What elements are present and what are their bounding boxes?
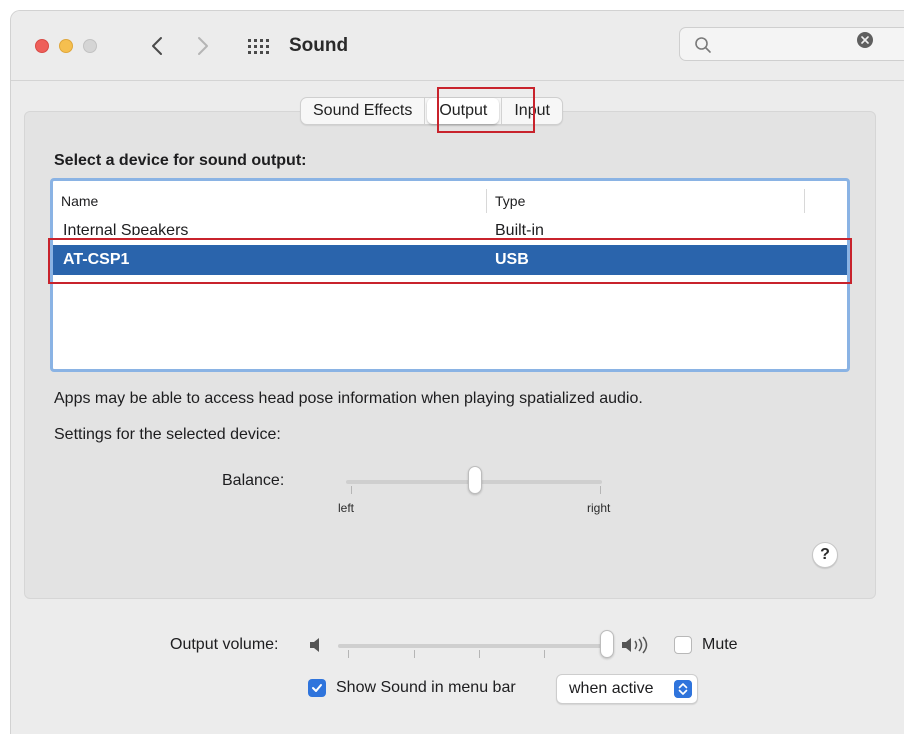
device-name: Internal Speakers (63, 222, 189, 235)
balance-slider-thumb[interactable] (468, 466, 482, 494)
volume-tick (414, 650, 415, 658)
volume-tick (544, 650, 545, 658)
output-volume-label: Output volume: (170, 636, 279, 653)
window-title: Sound (289, 35, 349, 56)
table-header: Name Type (53, 189, 847, 213)
title-bar: Sound (11, 11, 904, 81)
balance-right-label: right (587, 501, 611, 515)
balance-label: Balance: (222, 472, 285, 489)
tab-input[interactable]: Input (501, 98, 562, 124)
search-icon (695, 37, 711, 53)
checkmark-icon (312, 684, 322, 692)
grid-icon (248, 39, 269, 54)
speaker-low-icon (310, 638, 319, 652)
balance-left-label: left (338, 501, 355, 515)
balance-tick (351, 486, 352, 494)
back-button[interactable] (145, 33, 169, 59)
search-clear-button[interactable] (857, 32, 873, 48)
balance-tick (600, 486, 601, 494)
device-section-title: Select a device for sound output: (54, 152, 307, 169)
show-in-menu-bar-checkbox[interactable] (308, 679, 326, 697)
speaker-high-icon (622, 636, 648, 654)
settings-label: Settings for the selected device: (54, 426, 281, 443)
mute-checkbox[interactable] (674, 636, 692, 654)
tab-bar: Sound Effects Output Input (300, 97, 563, 125)
forward-chevron-icon (198, 37, 208, 55)
minimize-window-button[interactable] (59, 39, 73, 53)
select-arrows-icon (674, 680, 692, 698)
select-value: when active (569, 680, 654, 697)
output-device-table[interactable]: Name Type Internal Speakers Built-in AT-… (50, 178, 850, 372)
table-row-selected[interactable]: AT-CSP1 USB (53, 245, 847, 275)
help-button[interactable]: ? (812, 542, 838, 568)
output-volume-thumb[interactable] (600, 630, 614, 658)
clear-icon (861, 36, 869, 44)
column-header-type[interactable]: Type (487, 189, 805, 213)
back-chevron-icon (152, 37, 162, 55)
volume-tick (348, 650, 349, 658)
tab-output[interactable]: Output (427, 98, 500, 124)
tab-sound-effects[interactable]: Sound Effects (301, 98, 426, 124)
output-volume-slider[interactable] (338, 644, 612, 648)
head-pose-info-text: Apps may be able to access head pose inf… (54, 390, 643, 407)
column-header-name[interactable]: Name (53, 189, 487, 213)
zoom-window-button[interactable] (83, 39, 97, 53)
device-type: USB (495, 251, 529, 268)
forward-button[interactable] (191, 33, 215, 59)
table-row[interactable]: Internal Speakers Built-in (53, 221, 847, 235)
device-type: Built-in (495, 222, 544, 235)
close-window-button[interactable] (35, 39, 49, 53)
show-all-button[interactable] (247, 35, 269, 57)
show-in-menu-bar-label[interactable]: Show Sound in menu bar (336, 677, 516, 699)
menu-bar-visibility-select[interactable]: when active (556, 674, 698, 704)
volume-tick (479, 650, 480, 658)
device-name: AT-CSP1 (63, 251, 130, 268)
mute-label[interactable]: Mute (702, 634, 738, 656)
